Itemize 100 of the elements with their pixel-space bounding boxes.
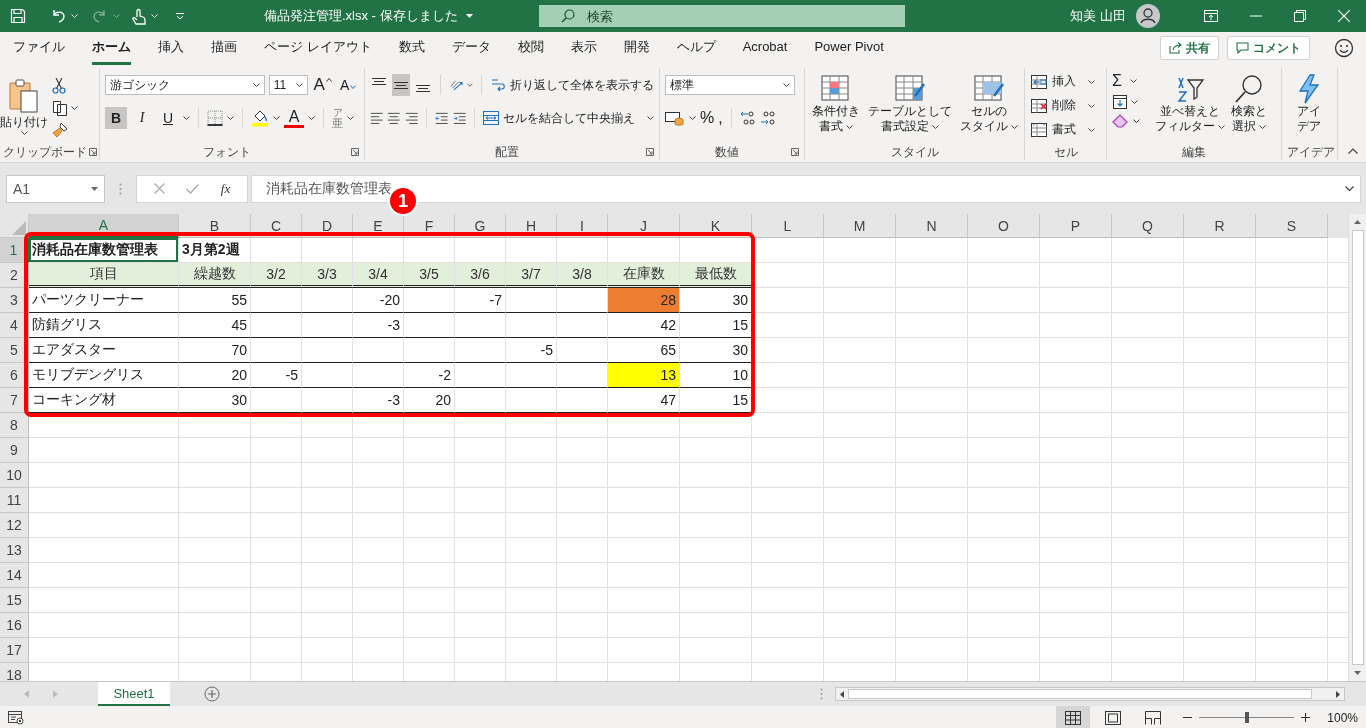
scroll-right-icon[interactable] bbox=[1336, 690, 1340, 698]
style-button[interactable]: セルの スタイル bbox=[958, 74, 1020, 134]
restore-icon[interactable] bbox=[1294, 10, 1306, 22]
font-name-dropdown[interactable]: 游ゴシック bbox=[105, 75, 265, 95]
row-header[interactable]: 9 bbox=[0, 438, 29, 463]
menu-tab[interactable]: 校閲 bbox=[517, 31, 544, 65]
menu-tab[interactable]: 数式 bbox=[398, 31, 425, 65]
align-center-icon[interactable] bbox=[387, 111, 401, 125]
column-header[interactable]: M bbox=[824, 214, 896, 238]
add-sheet-icon[interactable] bbox=[204, 686, 220, 702]
customize-icon[interactable] bbox=[176, 12, 184, 20]
paste-button[interactable]: 貼り付け bbox=[2, 77, 46, 135]
share-button[interactable]: 共有 bbox=[1160, 36, 1219, 60]
row-header[interactable]: 16 bbox=[0, 613, 29, 638]
increase-font-button[interactable]: A bbox=[311, 75, 334, 95]
caret-icon[interactable] bbox=[308, 116, 315, 120]
row-header[interactable]: 13 bbox=[0, 538, 29, 563]
row-header[interactable]: 14 bbox=[0, 563, 29, 588]
scroll-left-icon[interactable] bbox=[840, 690, 844, 698]
expand-icon[interactable] bbox=[1345, 186, 1354, 191]
caret-icon[interactable] bbox=[689, 116, 696, 120]
align-left-icon[interactable] bbox=[370, 111, 384, 125]
comma-style-button[interactable]: , bbox=[718, 109, 723, 127]
column-header[interactable]: S bbox=[1256, 214, 1328, 238]
fill-down-icon[interactable] bbox=[1112, 94, 1128, 110]
font-color-button[interactable]: A bbox=[284, 108, 304, 128]
wrap-text-button[interactable]: 折り返して全体を表示する bbox=[490, 76, 654, 94]
row-header[interactable]: 10 bbox=[0, 463, 29, 488]
ideas-button[interactable]: アイ デア bbox=[1287, 68, 1331, 134]
dialog-launcher-icon[interactable] bbox=[351, 148, 359, 156]
menu-tab[interactable]: データ bbox=[451, 31, 491, 65]
search-field[interactable]: 検索 bbox=[538, 5, 905, 27]
caret-icon[interactable] bbox=[71, 106, 78, 110]
menu-tab[interactable]: ページ レイアウト bbox=[264, 31, 372, 65]
row-header[interactable]: 17 bbox=[0, 638, 29, 663]
menu-tab[interactable]: 描画 bbox=[211, 31, 237, 65]
menu-tab[interactable]: Power Pivot bbox=[814, 33, 884, 63]
touch-mode-icon[interactable] bbox=[132, 7, 146, 25]
cells-button[interactable]: 挿入 bbox=[1030, 72, 1101, 91]
column-header[interactable]: R bbox=[1184, 214, 1256, 238]
percent-button[interactable]: % bbox=[700, 109, 715, 127]
name-box[interactable]: A1 bbox=[6, 174, 105, 203]
scroll-down-icon[interactable] bbox=[1354, 671, 1361, 675]
editing-button[interactable]: 並べ替えと フィルター bbox=[1152, 68, 1228, 134]
horizontal-scrollbar[interactable] bbox=[835, 687, 1345, 701]
merge-center-button[interactable]: セルを結合して中央揃え bbox=[483, 109, 655, 127]
sheet-tab[interactable]: Sheet1 bbox=[98, 682, 170, 706]
increase-decimal-icon[interactable] bbox=[739, 110, 756, 126]
caret-icon[interactable] bbox=[183, 116, 190, 120]
undo-icon[interactable] bbox=[50, 8, 66, 24]
scroll-thumb[interactable] bbox=[1351, 230, 1364, 665]
dialog-launcher-icon[interactable] bbox=[791, 148, 799, 156]
editing-button[interactable]: 検索と 選択 bbox=[1228, 68, 1270, 134]
vertical-scrollbar[interactable] bbox=[1348, 214, 1366, 681]
font-style-button[interactable]: U bbox=[157, 107, 179, 129]
caret-icon[interactable] bbox=[1133, 119, 1140, 123]
align-right-icon[interactable] bbox=[404, 111, 419, 125]
insert-function-button[interactable]: fx bbox=[220, 180, 231, 197]
close-icon[interactable] bbox=[1338, 10, 1350, 22]
zoom-in-icon[interactable] bbox=[1301, 713, 1311, 722]
accounting-format-icon[interactable] bbox=[665, 110, 685, 126]
dialog-launcher-icon[interactable] bbox=[89, 148, 97, 156]
window-title[interactable]: 備品発注管理.xlsx - 保存しました bbox=[264, 7, 458, 25]
scroll-up-icon[interactable] bbox=[1354, 220, 1361, 224]
style-button[interactable]: 条件付き 書式 bbox=[810, 74, 862, 134]
row-header[interactable]: 15 bbox=[0, 588, 29, 613]
menu-tab[interactable]: ヘルプ bbox=[676, 31, 716, 65]
scroll-thumb[interactable] bbox=[848, 689, 1312, 699]
select-all-button[interactable] bbox=[0, 214, 29, 238]
cells-button[interactable]: 書式 bbox=[1030, 120, 1101, 139]
save-icon[interactable] bbox=[10, 8, 26, 24]
collapse-ribbon-icon[interactable] bbox=[1348, 148, 1358, 154]
menu-tab[interactable]: Acrobat bbox=[742, 33, 788, 63]
avatar-icon[interactable] bbox=[1136, 4, 1160, 28]
caret-icon[interactable] bbox=[467, 83, 474, 87]
font-style-button[interactable]: B bbox=[105, 107, 127, 129]
smiley-icon[interactable] bbox=[1334, 38, 1354, 58]
row-header[interactable]: 11 bbox=[0, 488, 29, 513]
font-size-dropdown[interactable]: 11 bbox=[268, 75, 308, 95]
menu-tab[interactable]: 開発 bbox=[623, 31, 650, 65]
fill-color-icon[interactable] bbox=[251, 109, 269, 127]
cut-icon[interactable] bbox=[52, 78, 66, 94]
phonetic-button[interactable]: ア 亜 bbox=[332, 107, 343, 129]
style-button[interactable]: テーブルとして 書式設定 bbox=[866, 74, 954, 134]
row-header[interactable]: 8 bbox=[0, 413, 29, 438]
borders-icon[interactable] bbox=[207, 110, 223, 126]
menu-tab[interactable]: ファイル bbox=[13, 31, 65, 65]
decrease-font-button[interactable]: A bbox=[337, 77, 359, 93]
column-header[interactable]: Q bbox=[1112, 214, 1184, 238]
menu-tab[interactable]: 挿入 bbox=[158, 31, 184, 65]
caret-icon[interactable] bbox=[347, 116, 354, 120]
column-header[interactable]: P bbox=[1040, 214, 1112, 238]
normal-view-button[interactable] bbox=[1056, 706, 1091, 728]
caret-icon[interactable] bbox=[1131, 100, 1138, 104]
zoom-level[interactable]: 100% bbox=[1327, 710, 1358, 725]
copy-icon[interactable] bbox=[52, 100, 68, 116]
decrease-indent-icon[interactable] bbox=[435, 111, 449, 125]
ribbon-display-icon[interactable] bbox=[1204, 10, 1218, 22]
menu-tab[interactable]: 表示 bbox=[570, 31, 597, 65]
vertical-align-button[interactable] bbox=[392, 74, 410, 96]
